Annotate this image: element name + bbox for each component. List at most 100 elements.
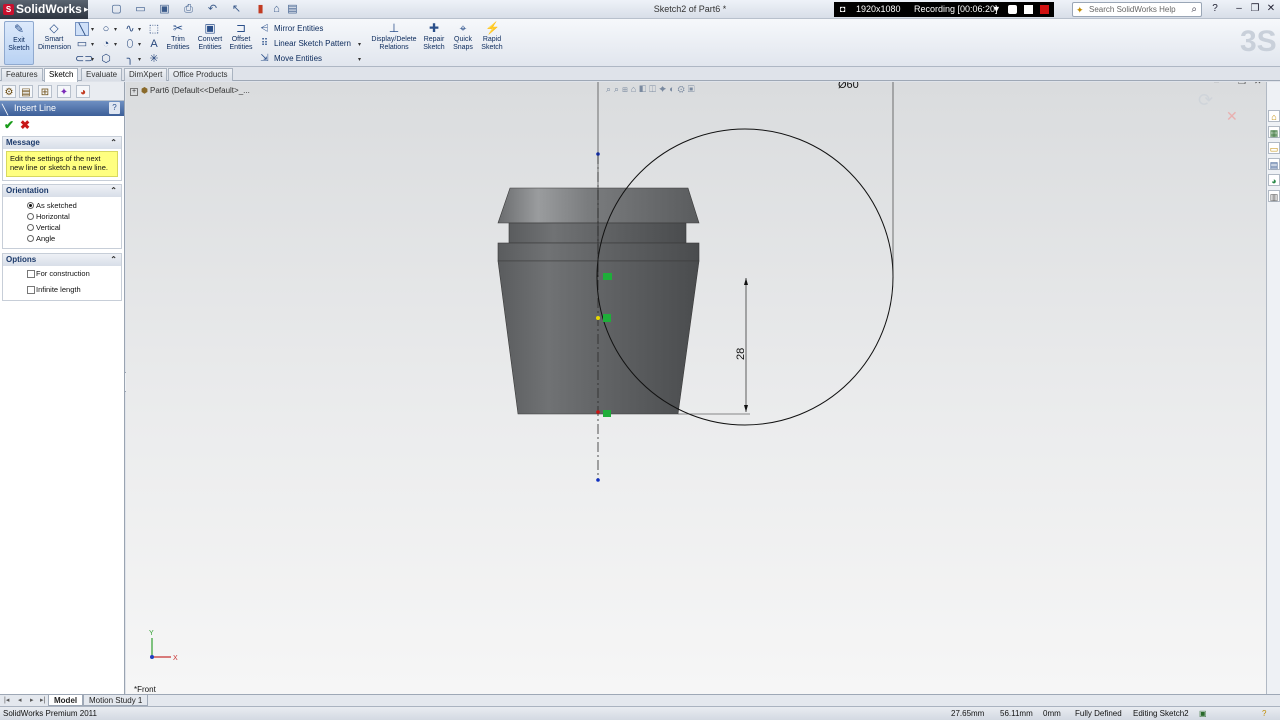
open-document-icon[interactable]: ▭ (134, 3, 147, 16)
menu-flyout-arrow-icon[interactable]: ▸ (84, 0, 94, 19)
file-explorer-icon[interactable]: ▭ (1268, 142, 1280, 154)
ok-check-icon[interactable]: ✔ (4, 118, 14, 132)
move-entities-button[interactable]: ⇲ Move Entities (258, 52, 322, 65)
checkbox-infinite-length[interactable]: Infinite length (3, 282, 121, 298)
search-help-input[interactable]: ✦ Search SolidWorks Help ⌕ (1072, 2, 1202, 17)
collapse-icon[interactable]: ⌃ (110, 185, 117, 197)
tab-dimxpert[interactable]: DimXpert (124, 68, 168, 81)
sketch-viewport[interactable]: 28 X Y (126, 82, 1268, 694)
radio-button[interactable] (27, 202, 34, 209)
feature-tree-flyout[interactable]: + ⬢ Part6 (Default<<Default>_... (130, 85, 250, 96)
centerline-endpoint-bottom[interactable] (596, 478, 600, 482)
recorder-pause-icon[interactable] (1024, 5, 1033, 14)
polygon-tool-icon[interactable]: ⬡ (99, 52, 113, 66)
options-group-header[interactable]: Options ⌃ (3, 254, 121, 266)
line-tool-icon[interactable]: ╲ (75, 22, 89, 36)
design-library-icon[interactable]: ▦ (1268, 126, 1280, 138)
expand-icon[interactable]: + (130, 88, 138, 96)
radio-horizontal[interactable]: Horizontal (3, 211, 121, 222)
recorder-camera-icon[interactable] (1008, 5, 1017, 14)
solidworks-menu-button[interactable]: S SolidWorks (0, 0, 88, 19)
graphics-area[interactable]: 28 X Y + ⬢ Part6 (Default<<Default>_... ⌕⌕… (126, 82, 1268, 694)
checkbox-for-construction[interactable]: For construction (3, 266, 121, 282)
line-dropdown-icon[interactable]: ▾ (91, 26, 94, 33)
spline-tool-icon[interactable]: ∿ (123, 22, 137, 36)
radio-vertical[interactable]: Vertical (3, 222, 121, 233)
arc-tool-icon[interactable]: ◔ (99, 37, 113, 51)
radio-as-sketched[interactable]: As sketched (3, 200, 121, 211)
repair-sketch-button[interactable]: ✚ Repair Sketch (421, 21, 447, 65)
solidworks-resources-icon[interactable]: ⌂ (1268, 110, 1280, 122)
new-document-icon[interactable]: ▢ (110, 3, 123, 16)
cancel-x-icon[interactable]: ✖ (20, 118, 30, 132)
ellipse-dropdown-icon[interactable]: ▾ (138, 41, 141, 48)
plane-tool-icon[interactable]: ✳ (147, 52, 161, 66)
arc-dropdown-icon[interactable]: ▾ (114, 41, 117, 48)
convert-entities-button[interactable]: ▣ Convert Entities (194, 21, 226, 65)
message-group-header[interactable]: Message ⌃ (3, 137, 121, 149)
collapse-icon[interactable]: ⌃ (110, 254, 117, 266)
rebuild-icon[interactable]: ▮ (254, 3, 267, 16)
confirmation-corner-icon[interactable]: ⟳ (1198, 90, 1213, 111)
linear-dimension-value[interactable]: 28 (735, 348, 747, 360)
sketch-point-red[interactable] (596, 410, 600, 414)
rebuild-status-icon[interactable]: ▣ (1199, 707, 1207, 720)
linear-sketch-pattern-button[interactable]: ⠿ Linear Sketch Pattern (258, 37, 351, 50)
undo-icon[interactable]: ↶ (206, 3, 219, 16)
fillet-tool-icon[interactable]: ╮ (123, 52, 137, 66)
minimize-window-icon[interactable]: – (1232, 2, 1246, 16)
confirmation-corner-close-icon[interactable]: ✕ (1226, 108, 1238, 125)
configuration-manager-icon[interactable]: ⊞ (38, 85, 52, 98)
help-question-icon[interactable]: ? (1208, 2, 1222, 16)
text-tool-icon[interactable]: A (147, 37, 161, 51)
options-icon[interactable]: ▤ (286, 3, 299, 16)
display-manager-icon[interactable]: ◕ (76, 85, 90, 98)
tab-features[interactable]: Features (1, 68, 43, 81)
print-icon[interactable]: ⎙ (182, 3, 195, 16)
heads-up-view-toolbar[interactable]: ⌕⌕⊞⌂◧◫✦◐⚙▣ (606, 82, 792, 96)
rapid-sketch-button[interactable]: ⚡ Rapid Sketch (478, 21, 506, 65)
recorder-dropdown-icon[interactable]: ▼ (992, 5, 1001, 14)
radio-button[interactable] (27, 235, 34, 242)
sketch-point-yellow[interactable] (596, 316, 600, 320)
ellipse-tool-icon[interactable]: ⬯ (123, 37, 137, 51)
vertical-relation-icon[interactable] (603, 314, 611, 322)
rectangle-tool-icon[interactable]: ▭ (75, 37, 89, 51)
diameter-dimension-value[interactable]: Ø60 (838, 82, 859, 91)
first-tab-icon[interactable]: |◂ (4, 696, 9, 704)
circle-tool-icon[interactable]: ○ (99, 22, 113, 36)
orientation-group-header[interactable]: Orientation ⌃ (3, 185, 121, 197)
pattern-dropdown-icon[interactable]: ▾ (358, 41, 361, 48)
point-tool-icon[interactable]: ⬚ (147, 22, 161, 36)
feature-manager-icon[interactable]: ⚙ (2, 85, 16, 98)
display-delete-relations-button[interactable]: ⊥ Display/Delete Relations (368, 21, 420, 65)
search-icon[interactable]: ⌕ (1191, 3, 1197, 16)
close-window-icon[interactable]: ✕ (1264, 2, 1278, 16)
recorder-stop-icon[interactable] (1040, 5, 1049, 14)
rectangle-dropdown-icon[interactable]: ▾ (91, 41, 94, 48)
spline-dropdown-icon[interactable]: ▾ (138, 26, 141, 33)
midpoint-relation-icon[interactable] (603, 410, 611, 417)
view-palette-icon[interactable]: ▤ (1268, 158, 1280, 170)
checkbox[interactable] (27, 286, 35, 294)
custom-properties-icon[interactable]: ▥ (1268, 190, 1280, 202)
help-icon[interactable]: ? (109, 102, 120, 114)
doc-minimize-icon[interactable]: – (1214, 82, 1219, 86)
tab-office-products[interactable]: Office Products (168, 68, 233, 81)
mirror-entities-button[interactable]: ⩤ Mirror Entities (258, 22, 324, 35)
file-properties-icon[interactable]: ⌂ (270, 3, 283, 16)
prev-tab-icon[interactable]: ◂ (18, 696, 22, 704)
quick-snaps-button[interactable]: ⌖ Quick Snaps (450, 21, 476, 65)
slot-dropdown-icon[interactable]: ▾ (91, 56, 94, 63)
exit-sketch-button[interactable]: ✎ Exit Sketch (4, 21, 34, 65)
radio-button[interactable] (27, 213, 34, 220)
move-dropdown-icon[interactable]: ▾ (358, 56, 361, 63)
checkbox[interactable] (27, 270, 35, 278)
property-manager-icon[interactable]: ▤ (19, 85, 33, 98)
save-icon[interactable]: ▣ (158, 3, 171, 16)
dimxpert-manager-icon[interactable]: ✦ (57, 85, 71, 98)
next-tab-icon[interactable]: ▸ (30, 696, 34, 704)
last-tab-icon[interactable]: ▸| (40, 696, 45, 704)
select-icon[interactable]: ↖ (230, 3, 243, 16)
smart-dimension-button[interactable]: ◇ Smart Dimension (38, 21, 71, 65)
